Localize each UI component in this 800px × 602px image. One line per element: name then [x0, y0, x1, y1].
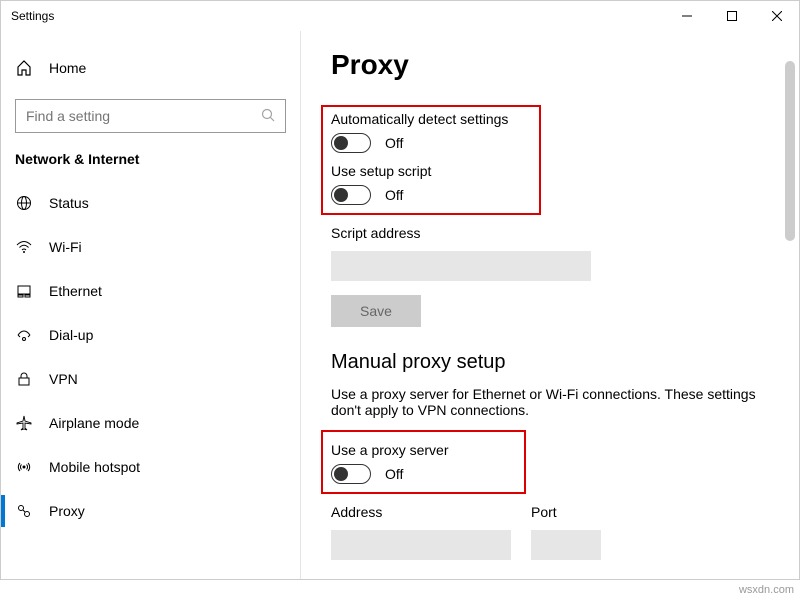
- setup-script-toggle[interactable]: [331, 185, 371, 205]
- hotspot-icon: [15, 458, 33, 476]
- port-col: Port: [531, 494, 601, 560]
- sidebar-item-wifi[interactable]: Wi-Fi: [1, 225, 300, 269]
- use-proxy-label: Use a proxy server: [331, 442, 516, 458]
- save-button[interactable]: Save: [331, 295, 421, 327]
- use-proxy-toggle[interactable]: [331, 464, 371, 484]
- search-icon: [261, 108, 277, 125]
- address-col: Address: [331, 494, 511, 560]
- manual-section-heading: Manual proxy setup: [331, 351, 769, 374]
- search-input-container[interactable]: [15, 99, 286, 133]
- port-input[interactable]: [531, 530, 601, 560]
- window-title: Settings: [11, 9, 54, 23]
- setup-script-state: Off: [385, 187, 403, 203]
- highlight-use-proxy: Use a proxy server Off: [321, 430, 526, 494]
- close-button[interactable]: [754, 1, 799, 31]
- sidebar-item-label: Mobile hotspot: [49, 459, 140, 475]
- manual-section-desc: Use a proxy server for Ethernet or Wi-Fi…: [331, 386, 761, 418]
- sidebar-item-label: Airplane mode: [49, 415, 139, 431]
- settings-window: Settings Home N: [0, 0, 800, 580]
- sidebar: Home Network & Internet Status: [1, 31, 301, 579]
- sidebar-nav-list: Status Wi-Fi Ethernet: [1, 181, 300, 533]
- wifi-icon: [15, 238, 33, 256]
- address-label: Address: [331, 504, 511, 520]
- sidebar-item-label: Ethernet: [49, 283, 102, 299]
- sidebar-item-label: Wi-Fi: [49, 239, 82, 255]
- scrollbar-thumb[interactable]: [785, 61, 795, 241]
- proxy-icon: [15, 502, 33, 520]
- script-address-label: Script address: [331, 225, 769, 241]
- highlight-auto-proxy: Automatically detect settings Off Use se…: [321, 105, 541, 215]
- use-proxy-state: Off: [385, 466, 403, 482]
- sidebar-item-label: VPN: [49, 371, 78, 387]
- auto-detect-state: Off: [385, 135, 403, 151]
- maximize-button[interactable]: [709, 1, 754, 31]
- sidebar-item-label: Status: [49, 195, 89, 211]
- search-input[interactable]: [24, 107, 261, 125]
- scrollbar[interactable]: [783, 31, 797, 579]
- sidebar-item-label: Dial-up: [49, 327, 93, 343]
- setup-script-toggle-row: Off: [331, 185, 531, 205]
- auto-detect-toggle-row: Off: [331, 133, 531, 153]
- home-icon: [15, 59, 33, 77]
- sidebar-item-label: Proxy: [49, 503, 85, 519]
- address-input[interactable]: [331, 530, 511, 560]
- use-proxy-toggle-row: Off: [331, 464, 516, 484]
- sidebar-item-hotspot[interactable]: Mobile hotspot: [1, 445, 300, 489]
- auto-detect-label: Automatically detect settings: [331, 111, 531, 127]
- minimize-button[interactable]: [664, 1, 709, 31]
- port-label: Port: [531, 504, 601, 520]
- auto-detect-toggle[interactable]: [331, 133, 371, 153]
- script-address-input[interactable]: [331, 251, 591, 281]
- sidebar-item-status[interactable]: Status: [1, 181, 300, 225]
- page-title: Proxy: [331, 49, 769, 81]
- sidebar-section-title: Network & Internet: [1, 143, 300, 181]
- sidebar-item-proxy[interactable]: Proxy: [1, 489, 300, 533]
- nav-home[interactable]: Home: [1, 47, 300, 89]
- globe-icon: [15, 194, 33, 212]
- window-body: Home Network & Internet Status: [1, 31, 799, 579]
- airplane-icon: [15, 414, 33, 432]
- setup-script-label: Use setup script: [331, 163, 531, 179]
- ethernet-icon: [15, 282, 33, 300]
- titlebar: Settings: [1, 1, 799, 31]
- vpn-icon: [15, 370, 33, 388]
- nav-home-label: Home: [49, 60, 86, 76]
- address-port-row: Address Port: [331, 494, 769, 560]
- sidebar-item-airplane[interactable]: Airplane mode: [1, 401, 300, 445]
- watermark: wsxdn.com: [739, 584, 794, 596]
- sidebar-item-dialup[interactable]: Dial-up: [1, 313, 300, 357]
- dialup-icon: [15, 326, 33, 344]
- content-area: Proxy Automatically detect settings Off …: [301, 31, 799, 579]
- sidebar-item-vpn[interactable]: VPN: [1, 357, 300, 401]
- sidebar-item-ethernet[interactable]: Ethernet: [1, 269, 300, 313]
